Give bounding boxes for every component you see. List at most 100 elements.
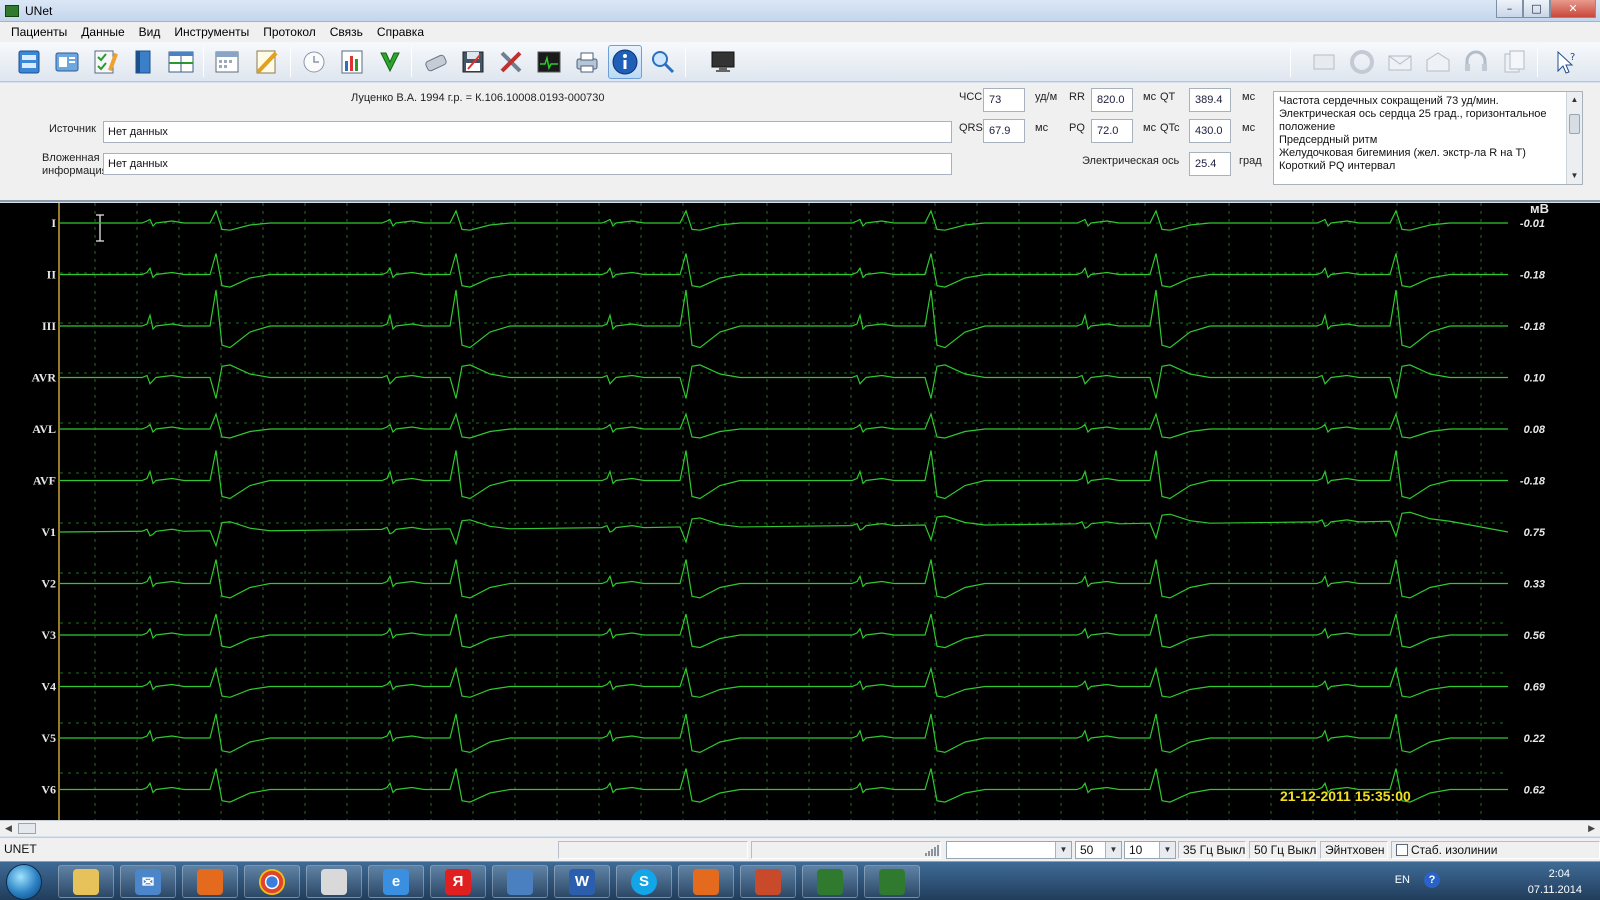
close-button[interactable]: ✕: [1550, 0, 1596, 18]
qtc-unit: мс: [1242, 122, 1256, 134]
scroll-down-icon[interactable]: ▼: [1567, 168, 1582, 184]
maximize-button[interactable]: □: [1523, 0, 1550, 18]
menu-connection[interactable]: Связь: [323, 25, 370, 39]
pq-value[interactable]: 72.0: [1091, 119, 1133, 143]
gain-select[interactable]: 10 ▼: [1124, 841, 1176, 859]
taskbar-powerpoint[interactable]: [740, 865, 796, 898]
taskbar-mail[interactable]: ✉: [120, 865, 176, 898]
context-help-button[interactable]: ?: [1548, 45, 1582, 79]
menu-data[interactable]: Данные: [74, 25, 131, 39]
taskbar-yandex[interactable]: Я: [430, 865, 486, 898]
ecg-display[interactable]: I -0.01 II -0.18 III -0.18 AVR 0.10 AVL 0.08 AVF -0…: [0, 203, 1600, 820]
taskbar-chrome[interactable]: [244, 865, 300, 898]
menu-view[interactable]: Вид: [132, 25, 168, 39]
conclusion-scrollbar[interactable]: ▲ ▼: [1566, 92, 1582, 184]
checkbox-box[interactable]: [1396, 844, 1408, 856]
scroll-right-icon[interactable]: ▶: [1588, 821, 1595, 836]
book-disabled-icon: [1313, 54, 1335, 70]
statistics-button[interactable]: [335, 45, 369, 79]
qrs-value[interactable]: 67.9: [983, 119, 1025, 143]
import-button[interactable]: [373, 45, 407, 79]
taskbar-office[interactable]: [182, 865, 238, 898]
mail-disabled-button[interactable]: [1383, 45, 1417, 79]
chevron-down-icon[interactable]: ▼: [1055, 842, 1071, 858]
eraser-button[interactable]: [418, 45, 452, 79]
scroll-thumb[interactable]: [1569, 114, 1580, 134]
bar-chart-icon: [341, 50, 363, 74]
chevron-down-icon[interactable]: ▼: [1159, 842, 1175, 858]
pq-label: PQ: [1069, 122, 1085, 134]
taskbar-word[interactable]: W: [554, 865, 610, 898]
hr-value[interactable]: 73: [983, 88, 1025, 112]
rr-value[interactable]: 820.0: [1091, 88, 1133, 112]
source-field[interactable]: Нет данных: [103, 121, 952, 143]
qtc-value[interactable]: 430.0: [1189, 119, 1231, 143]
edit-protocol-button[interactable]: [88, 45, 122, 79]
toolbar-separator: [1537, 47, 1538, 77]
conclusion-line: Электрическая ось сердца 25 град., гориз…: [1279, 108, 1547, 120]
open-records-button[interactable]: [12, 45, 46, 79]
help-icon[interactable]: ?: [1424, 872, 1440, 888]
taskbar-ie[interactable]: e: [368, 865, 424, 898]
taskbar-unet[interactable]: [802, 865, 858, 898]
taskbar-unet2[interactable]: [864, 865, 920, 898]
documents-disabled-button[interactable]: [1497, 45, 1531, 79]
taskbar-explorer[interactable]: [58, 865, 114, 898]
lead-system-label[interactable]: Эйнтховен: [1320, 841, 1388, 859]
speed-select[interactable]: 50 ▼: [1075, 841, 1122, 859]
start-button[interactable]: [6, 864, 42, 900]
lead-label: I: [51, 216, 56, 230]
clock-date[interactable]: 07.11.2014: [1528, 884, 1582, 896]
lead-amplitude: 0.10: [1524, 373, 1546, 385]
hr-unit: уд/м: [1035, 91, 1058, 103]
mail-open-disabled-button[interactable]: [1421, 45, 1455, 79]
headset-disabled-button[interactable]: [1459, 45, 1493, 79]
language-indicator[interactable]: EN: [1395, 874, 1410, 886]
taskbar-office2[interactable]: [678, 865, 734, 898]
info-button[interactable]: [608, 45, 642, 79]
cursor-help-icon: ?: [1557, 50, 1575, 74]
search-button[interactable]: [646, 45, 680, 79]
clock-time[interactable]: 2:04: [1549, 868, 1570, 880]
conclusion-textbox[interactable]: Частота сердечных сокращений 73 уд/мин. …: [1273, 91, 1583, 185]
ecg-horizontal-scrollbar[interactable]: ◀ ▶: [0, 820, 1600, 836]
book-disabled-button[interactable]: [1307, 45, 1341, 79]
calendar-button[interactable]: [210, 45, 244, 79]
scroll-thumb[interactable]: [18, 823, 36, 834]
qt-value[interactable]: 389.4: [1189, 88, 1231, 112]
book-button[interactable]: [126, 45, 160, 79]
chevron-down-icon[interactable]: ▼: [1105, 842, 1121, 858]
attached-info-field[interactable]: Нет данных: [103, 153, 952, 175]
filter-50-toggle[interactable]: 50 Гц Выкл.: [1249, 841, 1317, 859]
scroll-left-icon[interactable]: ◀: [5, 821, 12, 836]
print-button[interactable]: [570, 45, 604, 79]
taskbar-skype[interactable]: S: [616, 865, 672, 898]
toolbar-separator: [411, 47, 412, 77]
ecg-trace-iii: [60, 289, 1508, 349]
menu-tools[interactable]: Инструменты: [167, 25, 256, 39]
menu-protocol[interactable]: Протокол: [256, 25, 323, 39]
scroll-up-icon[interactable]: ▲: [1567, 92, 1582, 108]
save-button[interactable]: [456, 45, 490, 79]
isoline-stabilize-checkbox[interactable]: Стаб. изолинии: [1391, 841, 1600, 859]
patient-card-button[interactable]: [50, 45, 84, 79]
settings-tools-button[interactable]: [494, 45, 528, 79]
unet-window: UNet – □ ✕ Пациенты Данные Вид Инструмен…: [0, 0, 1600, 900]
timer-button[interactable]: [297, 45, 331, 79]
menu-help[interactable]: Справка: [370, 25, 431, 39]
taskbar-media[interactable]: [492, 865, 548, 898]
display-button[interactable]: [706, 45, 740, 79]
minimize-button[interactable]: –: [1496, 0, 1523, 18]
menu-patients[interactable]: Пациенты: [4, 25, 74, 39]
save-disk-icon: [462, 51, 484, 73]
filter-35-toggle[interactable]: 35 Гц Выкл.: [1178, 841, 1246, 859]
table-view-button[interactable]: [164, 45, 198, 79]
eraser-icon: [425, 54, 447, 72]
device-select[interactable]: ▼: [946, 841, 1072, 859]
taskbar-photo[interactable]: [306, 865, 362, 898]
axis-value[interactable]: 25.4: [1189, 152, 1231, 176]
ruler-button[interactable]: [250, 45, 284, 79]
ecg-trace-v5: [60, 713, 1508, 754]
monitor-ecg-button[interactable]: [532, 45, 566, 79]
sync-disabled-button[interactable]: [1345, 45, 1379, 79]
